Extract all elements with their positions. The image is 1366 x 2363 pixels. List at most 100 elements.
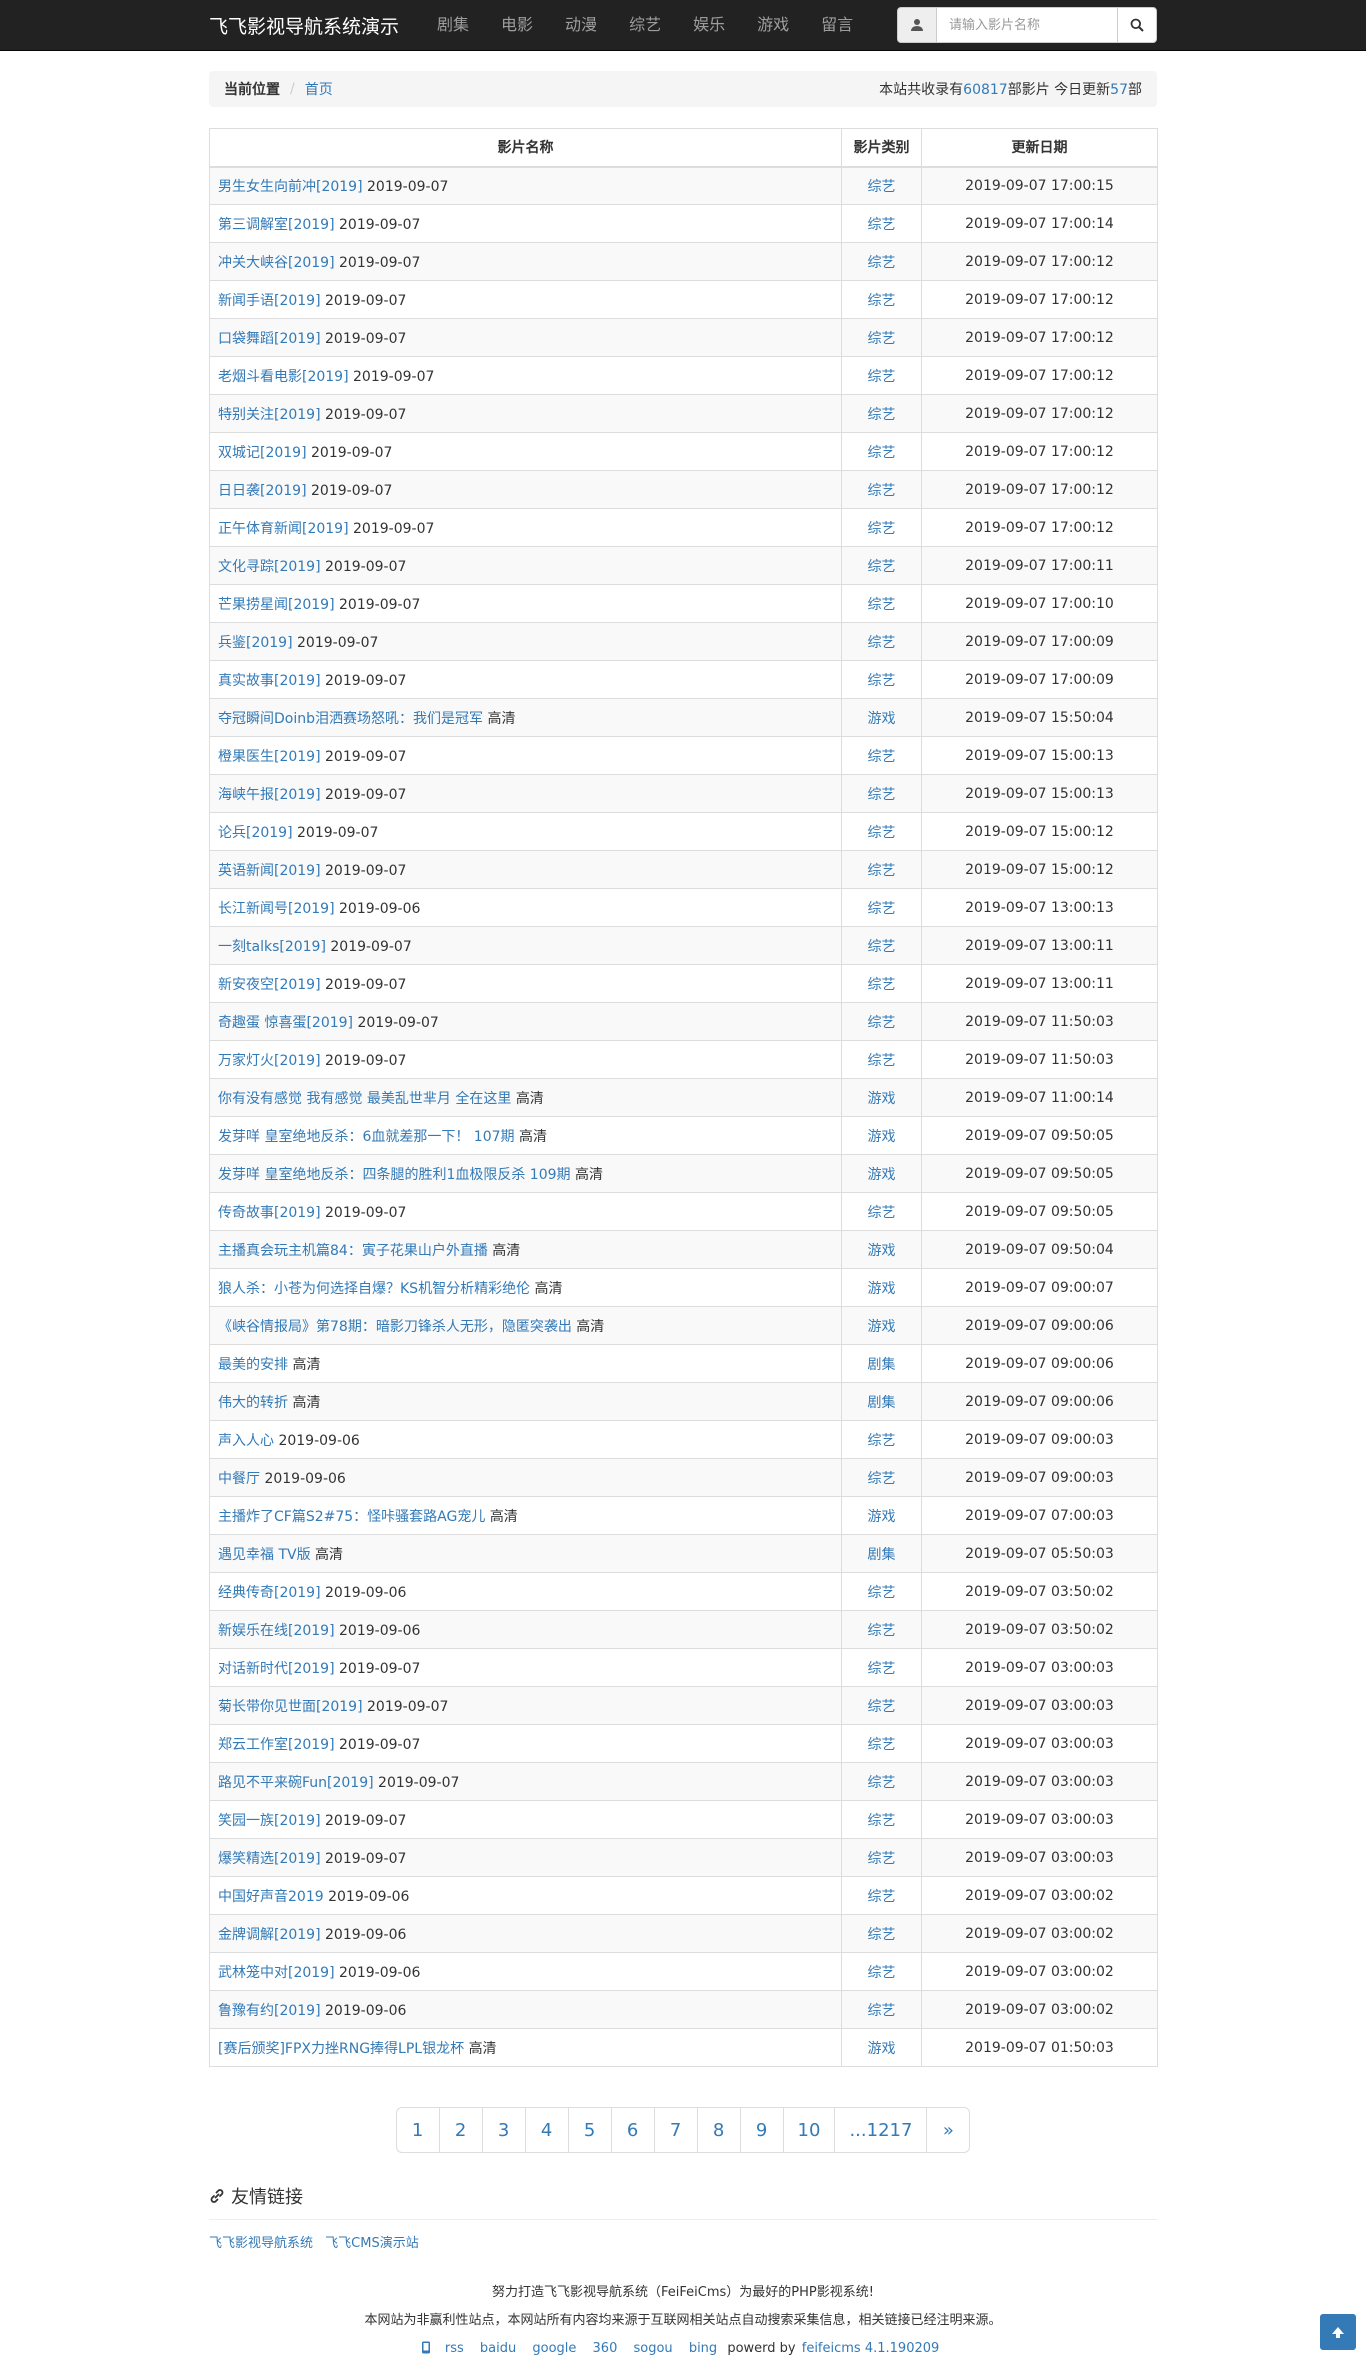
category-link[interactable]: 综艺 [868,1775,896,1791]
category-link[interactable]: 综艺 [868,1699,896,1715]
nav-link-guestbook[interactable]: 留言 [805,0,869,50]
category-link[interactable]: 综艺 [868,1889,896,1905]
category-link[interactable]: 综艺 [868,1015,896,1031]
category-link[interactable]: 游戏 [868,1243,896,1259]
category-link[interactable]: 游戏 [868,1129,896,1145]
movie-title-link[interactable]: 海峡午报[2019] [218,787,321,803]
movie-title-link[interactable]: 笑园一族[2019] [218,1813,321,1829]
category-link[interactable]: 剧集 [868,1547,896,1563]
mobile-icon[interactable] [421,2341,431,2354]
movie-title-link[interactable]: 口袋舞蹈[2019] [218,331,321,347]
movie-title-link[interactable]: 武林笼中对[2019] [218,1965,335,1981]
category-link[interactable]: 综艺 [868,1623,896,1639]
nav-link-game[interactable]: 游戏 [741,0,805,50]
nav-link-series[interactable]: 剧集 [421,0,485,50]
page-link[interactable]: 9 [739,2107,784,2153]
movie-title-link[interactable]: 正午体育新闻[2019] [218,521,349,537]
movie-title-link[interactable]: 新娱乐在线[2019] [218,1623,335,1639]
category-link[interactable]: 游戏 [868,1091,896,1107]
site-brand[interactable]: 飞飞影视导航系统演示 [209,12,399,39]
nav-link-variety[interactable]: 综艺 [613,0,677,50]
category-link[interactable]: 综艺 [868,293,896,309]
movie-title-link[interactable]: 经典传奇[2019] [218,1585,321,1601]
movie-title-link[interactable]: 第三调解室[2019] [218,217,335,233]
nav-link-anime[interactable]: 动漫 [549,0,613,50]
category-link[interactable]: 综艺 [868,1585,896,1601]
movie-title-link[interactable]: 《峡谷情报局》第78期：暗影刀锋杀人无形，隐匿突袭出 [218,1319,572,1335]
category-link[interactable]: 综艺 [868,1813,896,1829]
movie-title-link[interactable]: 芒果捞星闻[2019] [218,597,335,613]
category-link[interactable]: 综艺 [868,1471,896,1487]
movie-title-link[interactable]: 金牌调解[2019] [218,1927,321,1943]
category-link[interactable]: 综艺 [868,787,896,803]
movie-title-link[interactable]: 英语新闻[2019] [218,863,321,879]
search-button[interactable] [1117,7,1157,43]
page-link[interactable]: 2 [438,2107,483,2153]
category-link[interactable]: 游戏 [868,1509,896,1525]
movie-title-link[interactable]: 夺冠瞬间Doinb泪洒赛场怒吼：我们是冠军 [218,711,483,727]
category-link[interactable]: 剧集 [868,1357,896,1373]
movie-title-link[interactable]: 主播真会玩主机篇84：寅子花果山户外直播 [218,1243,488,1259]
category-link[interactable]: 综艺 [868,825,896,841]
category-link[interactable]: 综艺 [868,1927,896,1943]
search-input[interactable] [937,7,1117,43]
page-link[interactable]: 3 [481,2107,526,2153]
page-link[interactable]: 7 [653,2107,698,2153]
category-link[interactable]: 游戏 [868,1167,896,1183]
category-link[interactable]: 综艺 [868,1737,896,1753]
category-link[interactable]: 综艺 [868,445,896,461]
movie-title-link[interactable]: 中国好声音2019 [218,1889,324,1905]
category-link[interactable]: 综艺 [868,939,896,955]
movie-title-link[interactable]: 新闻手语[2019] [218,293,321,309]
stats-today[interactable]: 57 [1110,82,1128,98]
category-link[interactable]: 游戏 [868,1319,896,1335]
page-link[interactable]: » [926,2107,971,2153]
category-link[interactable]: 综艺 [868,977,896,993]
movie-title-link[interactable]: 传奇故事[2019] [218,1205,321,1221]
page-link[interactable]: 6 [610,2107,655,2153]
movie-title-link[interactable]: 真实故事[2019] [218,673,321,689]
movie-title-link[interactable]: 最美的安排 [218,1357,288,1373]
back-to-top-button[interactable] [1320,2314,1356,2350]
footer-link-rss[interactable]: rss [445,2341,464,2356]
movie-title-link[interactable]: 论兵[2019] [218,825,293,841]
movie-title-link[interactable]: 老烟斗看电影[2019] [218,369,349,385]
movie-title-link[interactable]: 路见不平来碗Fun[2019] [218,1775,374,1791]
nav-link-entertainment[interactable]: 娱乐 [677,0,741,50]
movie-title-link[interactable]: 一刻talks[2019] [218,939,326,955]
movie-title-link[interactable]: 双城记[2019] [218,445,307,461]
category-link[interactable]: 综艺 [868,749,896,765]
page-link[interactable]: 4 [524,2107,569,2153]
movie-title-link[interactable]: 主播炸了CF篇S2#75：怪咔骚套路AG宠儿 [218,1509,485,1525]
category-link[interactable]: 综艺 [868,407,896,423]
category-link[interactable]: 综艺 [868,179,896,195]
category-link[interactable]: 综艺 [868,635,896,651]
movie-title-link[interactable]: 特别关注[2019] [218,407,321,423]
category-link[interactable]: 综艺 [868,597,896,613]
category-link[interactable]: 综艺 [868,1661,896,1677]
page-link[interactable]: 5 [567,2107,612,2153]
powered-by-link[interactable]: feifeicms 4.1.190209 [802,2341,940,2356]
category-link[interactable]: 综艺 [868,369,896,385]
movie-title-link[interactable]: 中餐厅 [218,1471,260,1487]
category-link[interactable]: 综艺 [868,1433,896,1449]
breadcrumb-home-link[interactable]: 首页 [305,79,333,99]
category-link[interactable]: 综艺 [868,1851,896,1867]
movie-title-link[interactable]: 你有没有感觉 我有感觉 最美乱世芈月 全在这里 [218,1091,511,1107]
friend-link[interactable]: 飞飞影视导航系统 [209,2236,313,2251]
movie-title-link[interactable]: 爆笑精选[2019] [218,1851,321,1867]
movie-title-link[interactable]: 新安夜空[2019] [218,977,321,993]
movie-title-link[interactable]: 郑云工作室[2019] [218,1737,335,1753]
category-link[interactable]: 综艺 [868,901,896,917]
movie-title-link[interactable]: 万家灯火[2019] [218,1053,321,1069]
category-link[interactable]: 综艺 [868,1053,896,1069]
movie-title-link[interactable]: 声入人心 [218,1433,274,1449]
movie-title-link[interactable]: [赛后颁奖]FPX力挫RNG捧得LPL银龙杯 [218,2041,464,2057]
footer-link-bing[interactable]: bing [689,2341,717,2356]
category-link[interactable]: 综艺 [868,1965,896,1981]
category-link[interactable]: 综艺 [868,1205,896,1221]
category-link[interactable]: 游戏 [868,1281,896,1297]
category-link[interactable]: 综艺 [868,521,896,537]
page-link[interactable]: 8 [696,2107,741,2153]
movie-title-link[interactable]: 橙果医生[2019] [218,749,321,765]
